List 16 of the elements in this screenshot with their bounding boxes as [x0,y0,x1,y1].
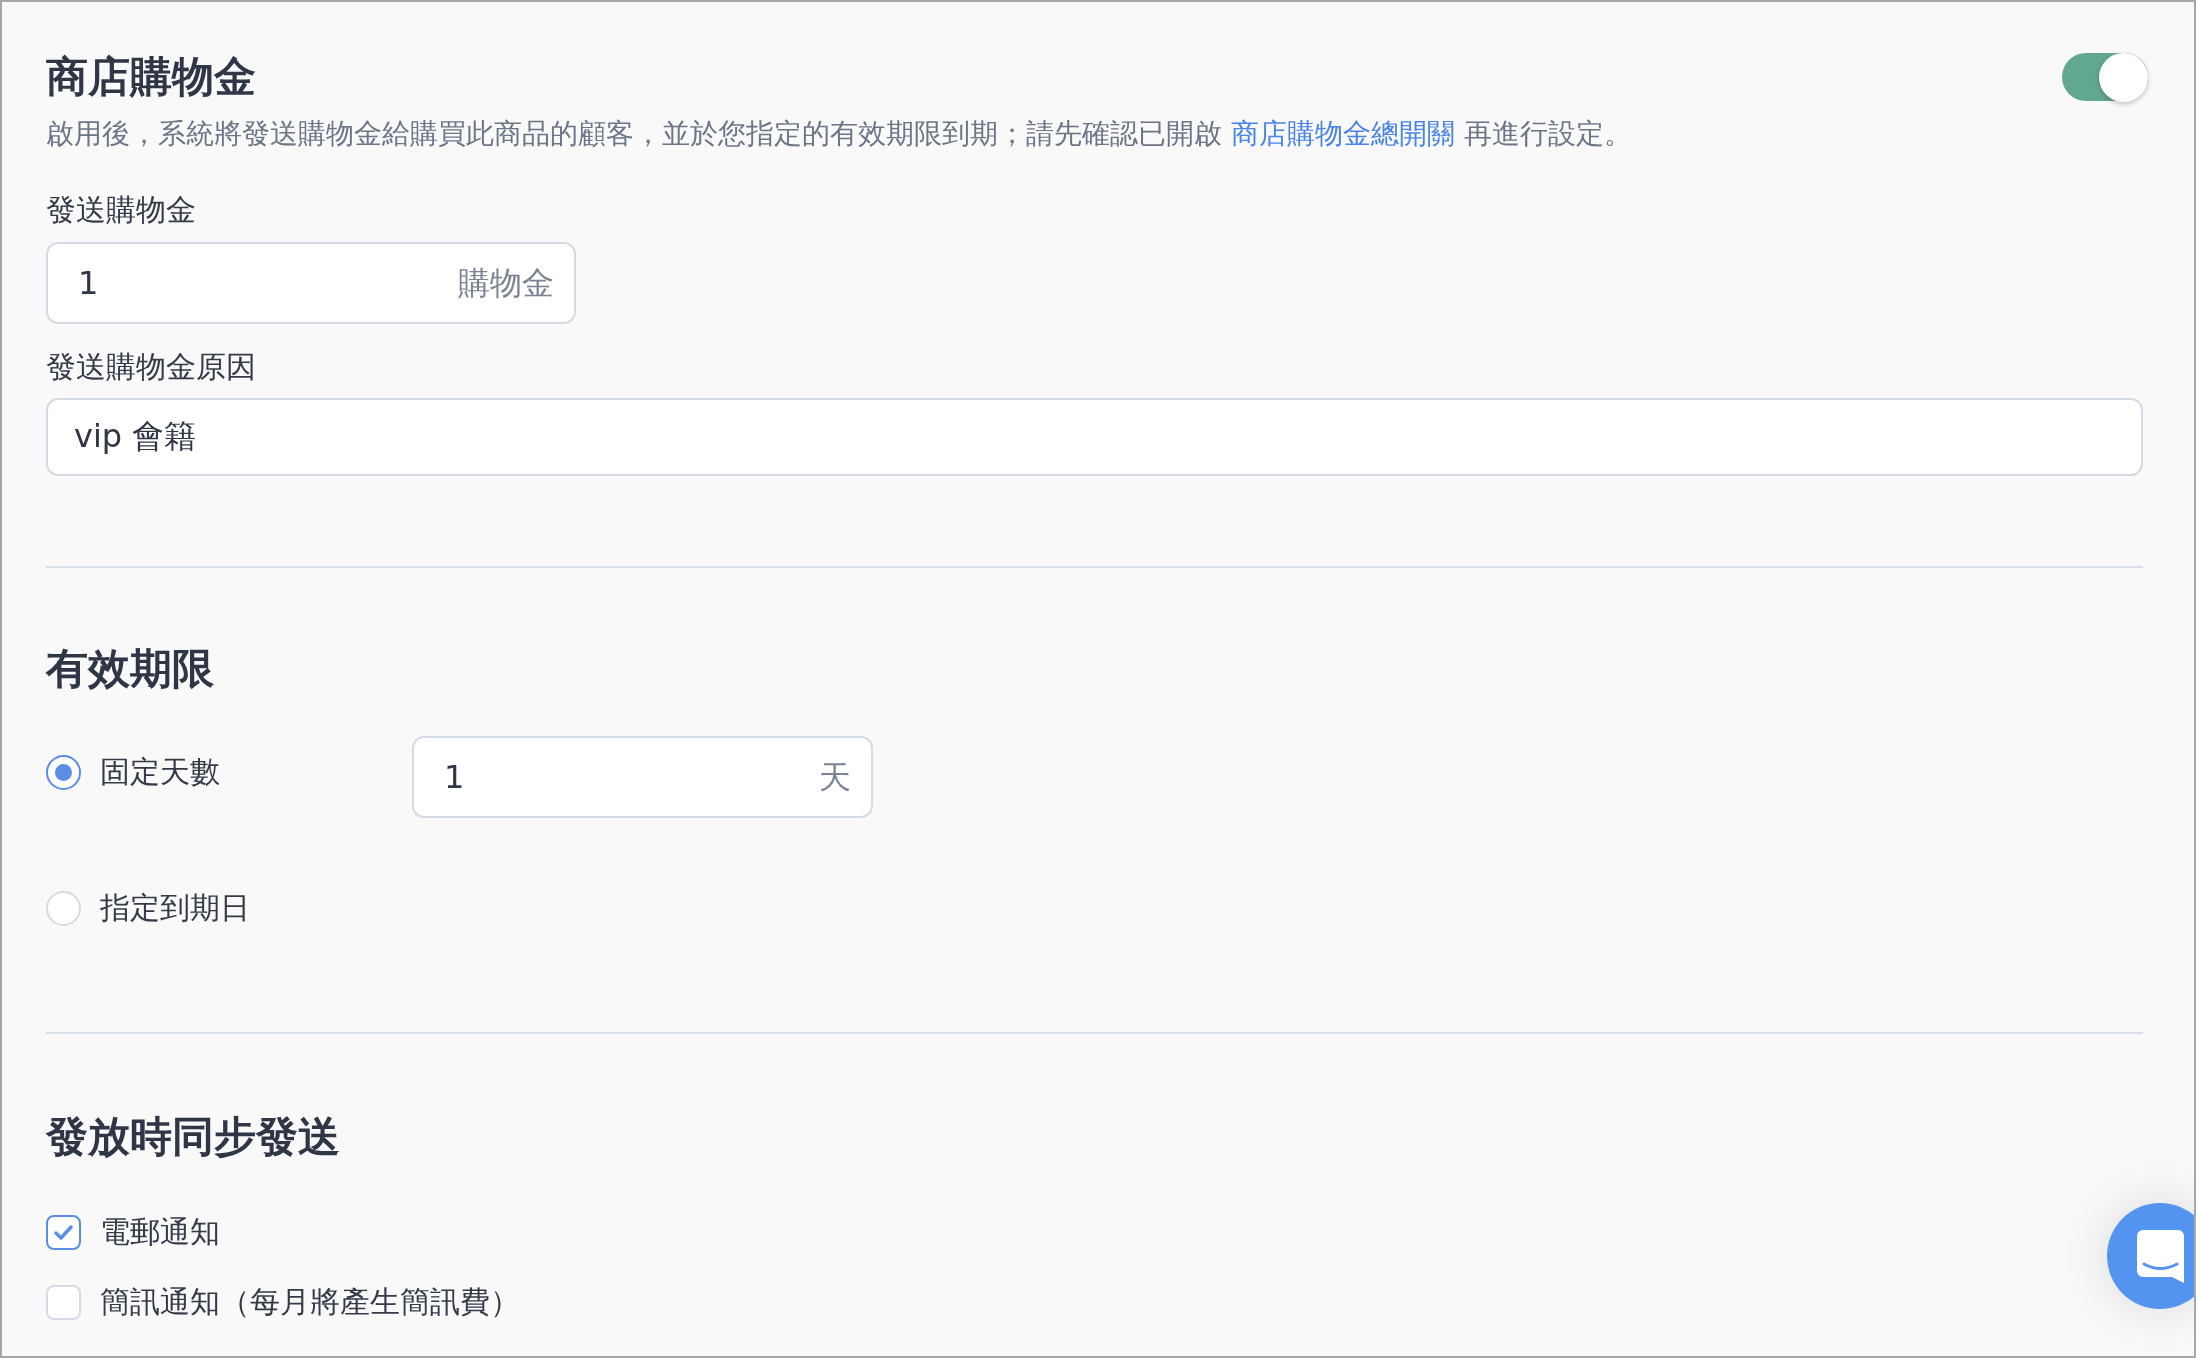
radio-button[interactable] [46,754,81,790]
option-label: 簡訊通知（每月將產生簡訊費） [100,1283,520,1321]
check-icon [54,1224,73,1240]
field-label: 發送購物金 [46,191,197,229]
section-title: 發放時同步發送 [46,1112,341,1162]
option-label: 固定天數 [100,753,220,791]
chat-icon [2136,1229,2184,1283]
description-text: 啟用後，系統將發送購物金給購買此商品的顧客，並於您指定的有效期限到期；請先確認已開啟 商店購物金總開關 再進行設定。 [46,116,1633,152]
text-input[interactable]: vip 會籍 [46,398,2143,476]
toggle-switch[interactable] [2062,53,2148,101]
option-label: 指定到期日 [100,889,250,927]
checkbox[interactable] [46,1214,81,1250]
field-label: 發送購物金原因 [46,348,257,386]
section-title: 有效期限 [46,644,215,694]
section-title: 商店購物金 [46,52,256,102]
option-label: 電郵通知 [100,1213,220,1251]
